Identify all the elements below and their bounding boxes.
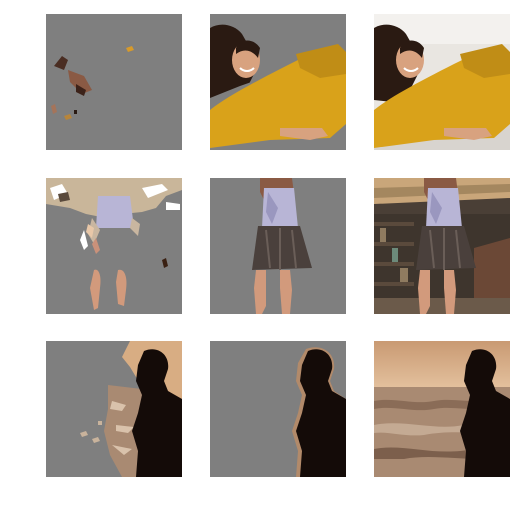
tile-r2-sparse-mask-result	[46, 178, 182, 314]
tile-r3-original-photo	[374, 341, 510, 477]
tile-r3-foreground-mask-result	[210, 341, 346, 477]
tile-r3-sparse-mask-result	[46, 341, 182, 477]
image-grid	[0, 0, 520, 510]
tile-r2-original-photo	[374, 178, 510, 314]
tile-r1-foreground-mask-result	[210, 14, 346, 150]
tile-r1-original-photo	[374, 14, 510, 150]
tile-r1-sparse-mask-result	[46, 14, 182, 150]
tile-r2-foreground-mask-result	[210, 178, 346, 314]
